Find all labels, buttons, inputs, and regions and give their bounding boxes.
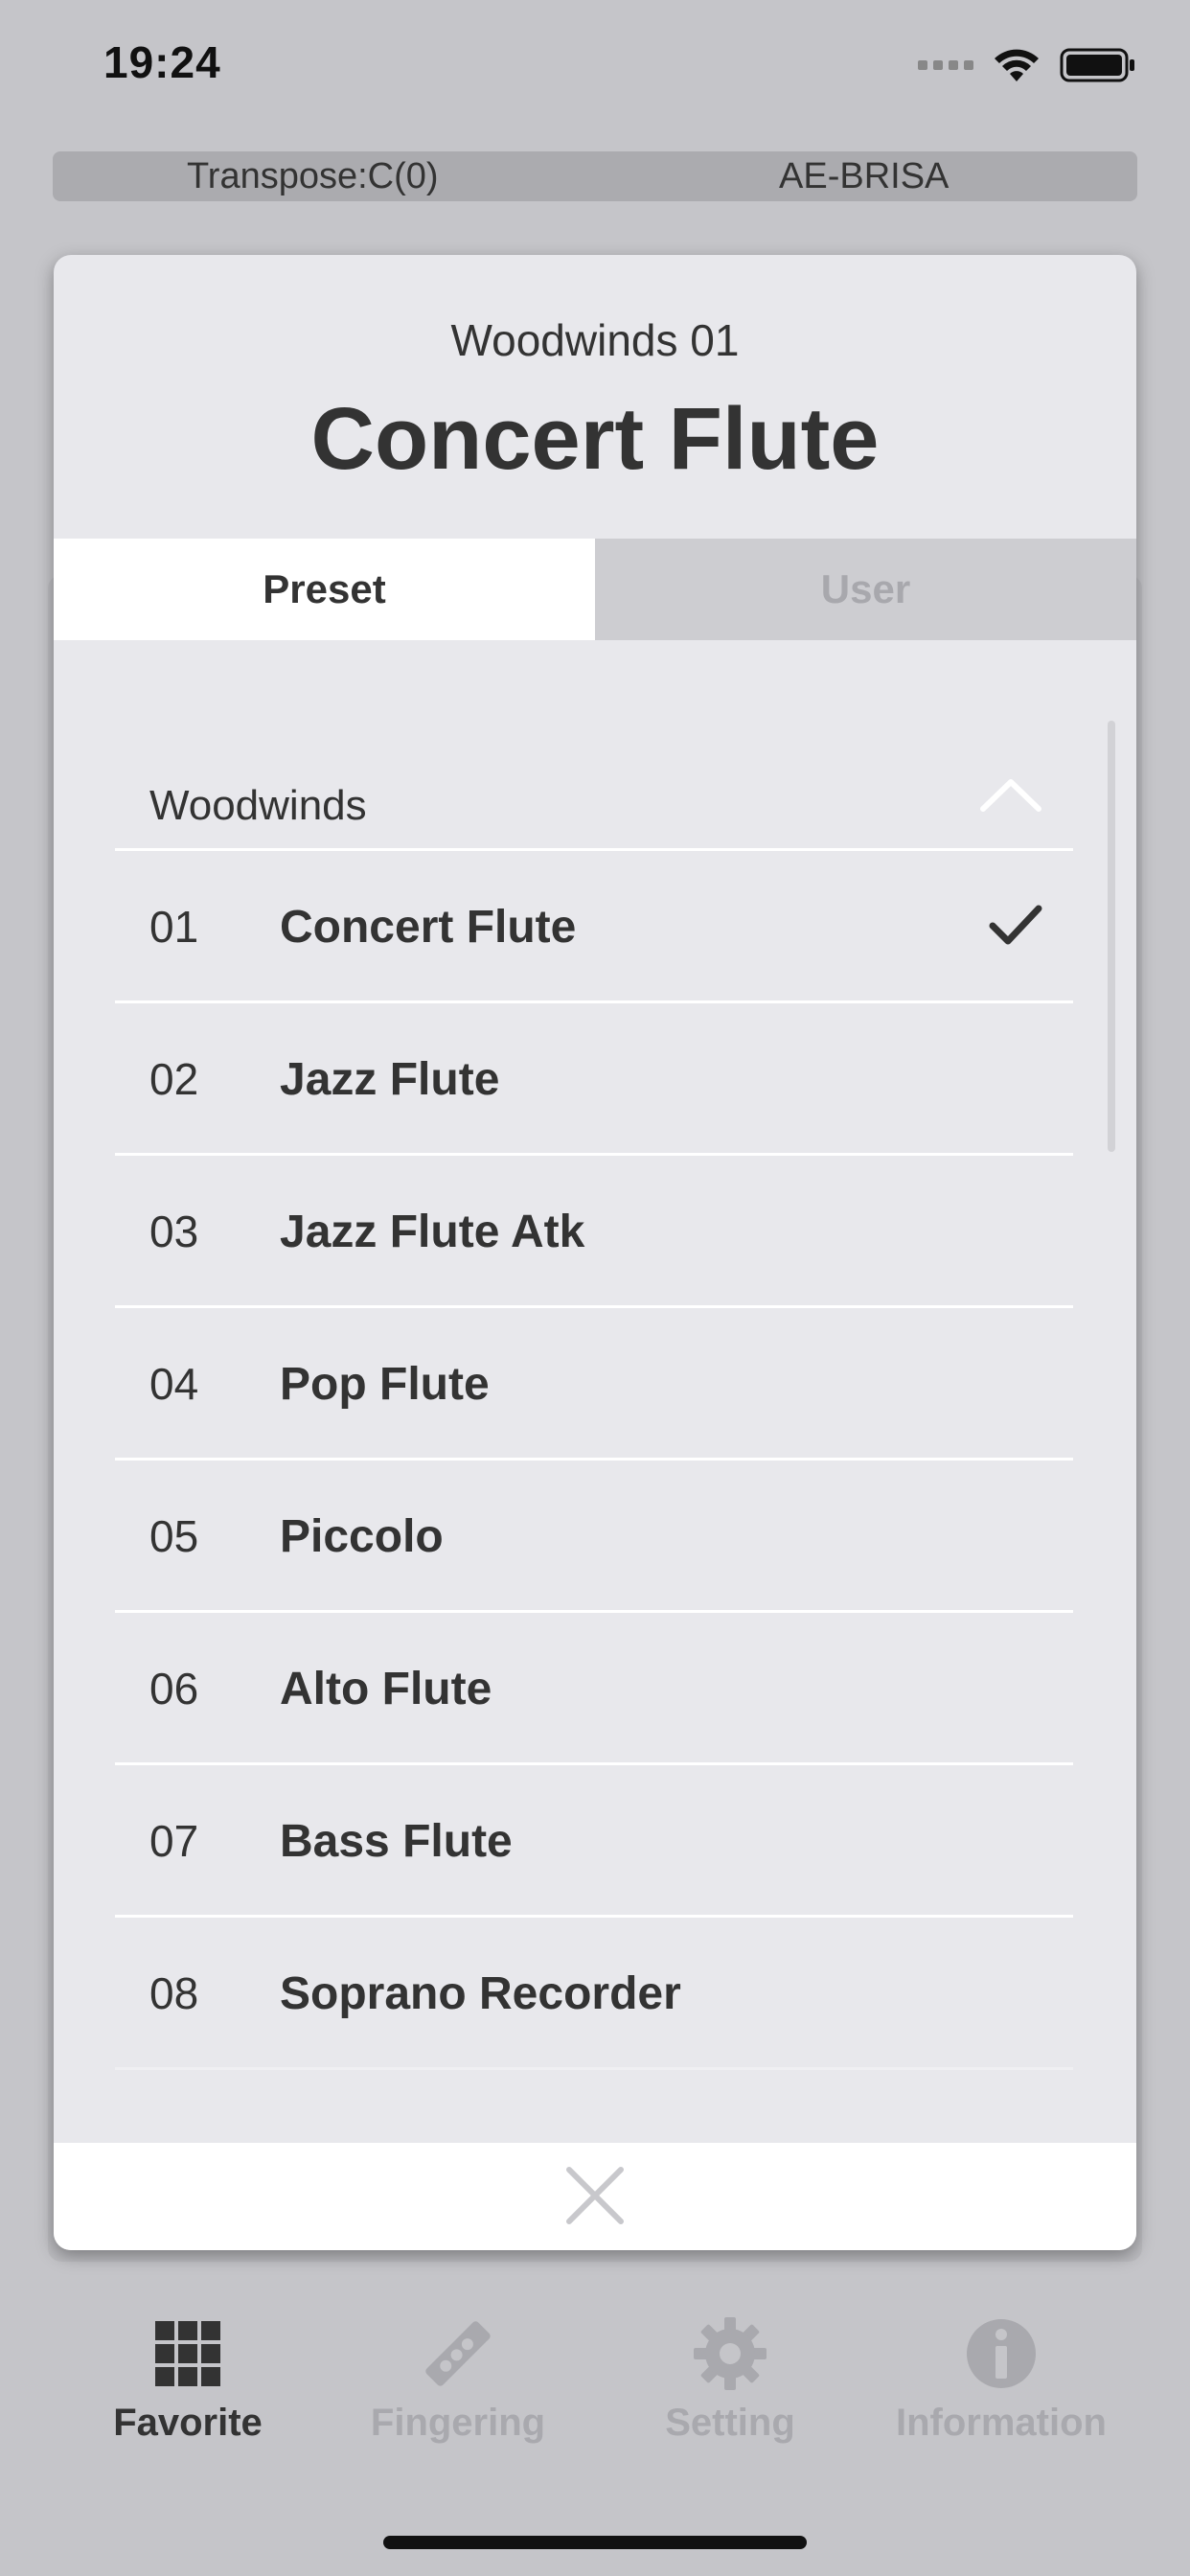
item-name: Concert Flute <box>280 902 577 953</box>
list-item[interactable]: 08 Soprano Recorder <box>115 1918 1073 2070</box>
tone-select-dialog: Woodwinds 01 Concert Flute Preset User W… <box>54 255 1136 2250</box>
wifi-icon <box>993 47 1041 83</box>
chevron-up-icon <box>980 779 1041 812</box>
close-icon[interactable] <box>563 2164 627 2227</box>
item-number: 05 <box>149 1511 199 1561</box>
item-name: Pop Flute <box>280 1359 490 1410</box>
item-number: 01 <box>149 902 199 952</box>
dialog-header: Woodwinds 01 Concert Flute <box>54 255 1136 539</box>
tab-preset[interactable]: Preset <box>54 539 595 640</box>
grid-icon <box>155 2321 220 2386</box>
item-name: Jazz Flute <box>280 1054 500 1105</box>
item-number: 06 <box>149 1664 199 1714</box>
group-label: Woodwinds <box>149 782 367 829</box>
list-item[interactable]: 02 Jazz Flute <box>115 1003 1073 1156</box>
list-item[interactable]: 07 Bass Flute <box>115 1765 1073 1918</box>
cellular-signal-icon <box>918 60 973 70</box>
home-indicator[interactable] <box>383 2536 807 2549</box>
tab-group: Preset User <box>54 539 1136 640</box>
tab-information-label: Information <box>896 2402 1107 2444</box>
status-icons <box>918 46 1136 84</box>
list-item[interactable]: 05 Piccolo <box>115 1460 1073 1613</box>
tab-fingering[interactable]: Fingering <box>333 2315 583 2459</box>
list-scrollbar[interactable] <box>1108 721 1115 1152</box>
item-number: 07 <box>149 1816 199 1866</box>
device-name: AE-BRISA <box>779 156 950 196</box>
tab-user[interactable]: User <box>595 539 1136 640</box>
info-bar: Transpose:C(0) AE-BRISA <box>53 151 1137 201</box>
battery-icon <box>1060 47 1136 83</box>
tab-setting[interactable]: Setting <box>606 2315 855 2459</box>
item-name: Soprano Recorder <box>280 1968 681 2019</box>
status-time: 19:24 <box>103 37 221 87</box>
item-name: Alto Flute <box>280 1664 492 1714</box>
list-item[interactable]: 06 Alto Flute <box>115 1613 1073 1765</box>
list-item[interactable]: 03 Jazz Flute Atk <box>115 1156 1073 1308</box>
info-icon <box>967 2319 1036 2388</box>
item-number: 02 <box>149 1054 199 1104</box>
checkmark-icon <box>989 905 1042 945</box>
item-number: 03 <box>149 1207 199 1256</box>
tab-fingering-label: Fingering <box>370 2402 546 2444</box>
item-number: 08 <box>149 1968 199 2018</box>
item-name: Piccolo <box>280 1511 444 1562</box>
gear-icon <box>694 2317 767 2390</box>
dialog-title: Concert Flute <box>310 390 880 488</box>
list-item[interactable]: 01 Concert Flute <box>115 851 1073 1003</box>
dialog-subtitle: Woodwinds 01 <box>450 315 740 365</box>
tab-information[interactable]: Information <box>877 2315 1126 2459</box>
dialog-footer <box>54 2143 1136 2250</box>
item-number: 04 <box>149 1359 199 1409</box>
item-name: Bass Flute <box>280 1816 513 1867</box>
tab-favorite[interactable]: Favorite <box>63 2315 312 2459</box>
list-item[interactable]: 04 Pop Flute <box>115 1308 1073 1460</box>
tab-setting-label: Setting <box>665 2402 795 2444</box>
preset-list: 01 Concert Flute 02 Jazz Flute 03 Jazz F… <box>115 851 1073 2070</box>
fingering-icon <box>425 2321 491 2386</box>
tab-favorite-label: Favorite <box>113 2402 263 2444</box>
bottom-tab-bar: Favorite Fingering Setting Information <box>0 2300 1190 2472</box>
item-name: Jazz Flute Atk <box>280 1207 585 1257</box>
group-header-woodwinds[interactable]: Woodwinds <box>115 744 1073 851</box>
preset-list-area: Woodwinds 01 Concert Flute 02 Jazz Flute… <box>54 640 1136 2250</box>
transpose-label: Transpose:C(0) <box>187 156 439 196</box>
